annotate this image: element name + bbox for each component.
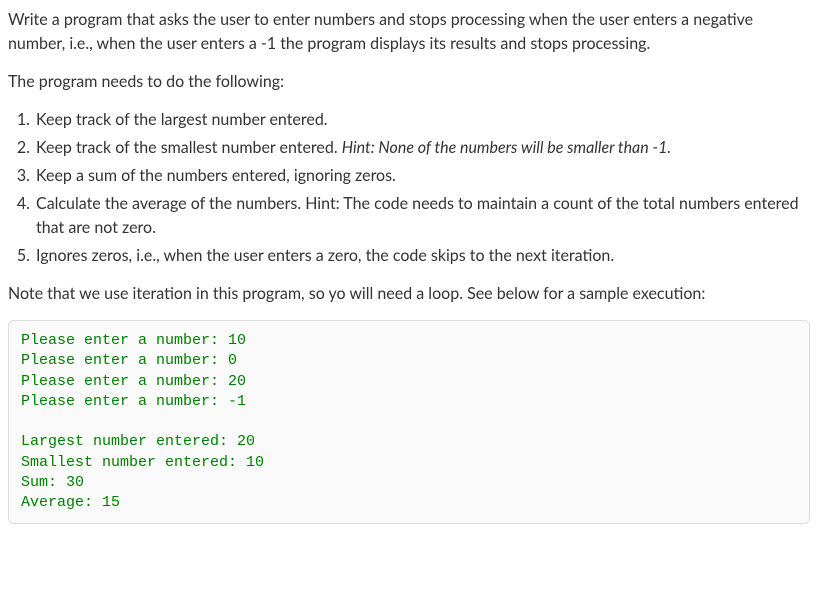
list-item-text: Keep track of the smallest number entere…	[36, 138, 342, 157]
list-item: Calculate the average of the numbers. Hi…	[34, 192, 810, 240]
note-paragraph: Note that we use iteration in this progr…	[8, 282, 810, 306]
needs-paragraph: The program needs to do the following:	[8, 70, 810, 94]
requirements-list: Keep track of the largest number entered…	[8, 108, 810, 268]
list-item-hint: Hint: None of the numbers will be smalle…	[342, 138, 671, 157]
list-item: Keep track of the largest number entered…	[34, 108, 810, 132]
list-item: Keep a sum of the numbers entered, ignor…	[34, 164, 810, 188]
list-item: Keep track of the smallest number entere…	[34, 136, 810, 160]
sample-execution-block: Please enter a number: 10 Please enter a…	[8, 320, 810, 524]
list-item: Ignores zeros, i.e., when the user enter…	[34, 244, 810, 268]
intro-paragraph: Write a program that asks the user to en…	[8, 8, 810, 56]
